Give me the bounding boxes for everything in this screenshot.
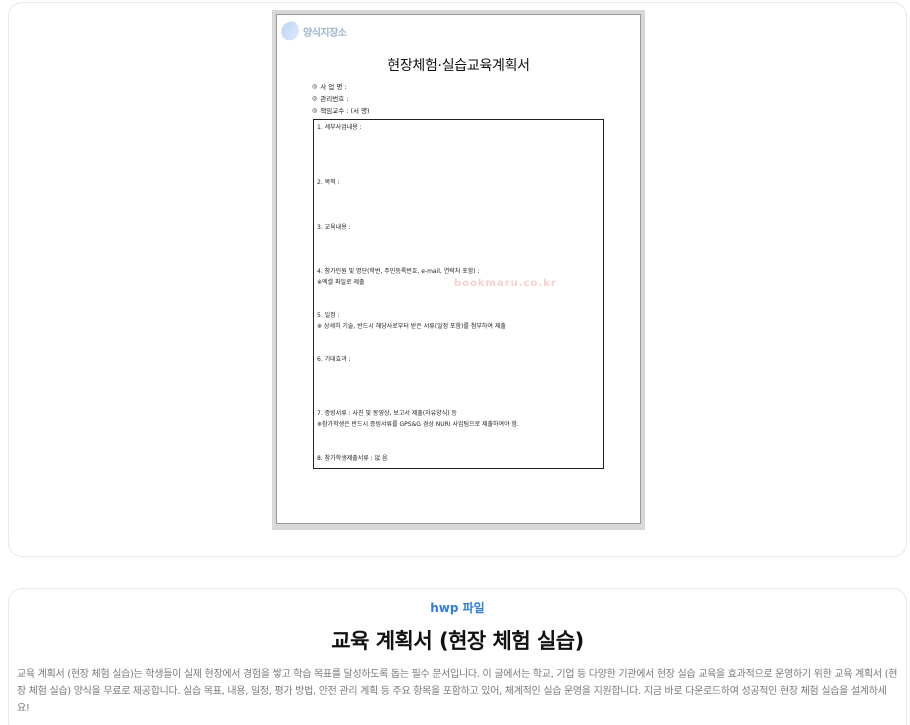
info-card: hwp 파일 교육 계획서 (현장 체험 실습) 교육 계획서 (현장 체험 실… — [8, 588, 907, 725]
doc-item: 1. 세부사업내용 : — [317, 124, 362, 131]
doc-item: 3. 교육내용 : — [317, 224, 351, 231]
bullet-icon: ◎ — [312, 83, 318, 90]
doc-item: ※참가학생은 반드시 증빙서류를 GPS&G 경상 NURI 사업팀으로 제출하… — [317, 421, 519, 428]
meta-row: ◎ 책임교수 : (서 명) — [312, 105, 370, 117]
page-title: 교육 계획서 (현장 체험 실습) — [331, 629, 584, 653]
meta-row: ◎ 관리번호 : — [312, 93, 370, 105]
document-title: 현장체험·실습교육계획서 — [387, 58, 530, 74]
document-watermark: bookmaru.co.kr — [454, 278, 557, 289]
meta-row: ◎ 사 업 명 : — [312, 81, 370, 93]
doc-item: ※엑셀 파일로 제출 — [317, 279, 365, 286]
meta-label: 사 업 명 : — [320, 83, 347, 91]
site-logo: 양식지장소 — [278, 19, 347, 43]
logo-text: 양식지장소 — [303, 27, 347, 39]
meta-label: 책임교수 : (서 명) — [320, 107, 370, 115]
doc-item: 2. 목적 : — [317, 179, 340, 186]
document-content-box: 1. 세부사업내용 : 2. 목적 : 3. 교육내용 : 4. 참가인원 및 … — [313, 119, 604, 469]
bullet-icon: ◎ — [312, 107, 318, 114]
doc-item: 4. 참가인원 및 명단(학번, 주민등록번호, e-mail, 연락처 포함)… — [317, 268, 480, 275]
document-page: 양식지장소 현장체험·실습교육계획서 ◎ 사 업 명 : ◎ 관리번호 : ◎ … — [276, 14, 641, 524]
meta-label: 관리번호 : — [320, 95, 349, 103]
doc-item: ※ 상세히 기술, 반드시 해당사로부터 받은 서류(일정 포함)를 첨부하여 … — [317, 323, 506, 330]
doc-item: 8. 참가학생제출서류 : 없 음 — [317, 455, 388, 462]
doc-item: 7. 증빙서류 : 사진 및 동영상, 보고서 제출(자유양식) 등 — [317, 410, 457, 417]
logo-icon — [278, 19, 302, 43]
preview-card: 양식지장소 현장체험·실습교육계획서 ◎ 사 업 명 : ◎ 관리번호 : ◎ … — [8, 2, 907, 557]
doc-item: 5. 일정 : — [317, 312, 340, 319]
document-preview-frame[interactable]: 양식지장소 현장체험·실습교육계획서 ◎ 사 업 명 : ◎ 관리번호 : ◎ … — [272, 10, 645, 530]
doc-item: 6. 기대효과 : — [317, 356, 351, 363]
file-type-label[interactable]: hwp 파일 — [9, 599, 906, 616]
description-text: 교육 계획서 (현장 체험 실습)는 학생들이 실제 현장에서 경험을 쌓고 학… — [17, 669, 898, 714]
bullet-icon: ◎ — [312, 95, 318, 102]
document-meta: ◎ 사 업 명 : ◎ 관리번호 : ◎ 책임교수 : (서 명) — [312, 81, 370, 117]
